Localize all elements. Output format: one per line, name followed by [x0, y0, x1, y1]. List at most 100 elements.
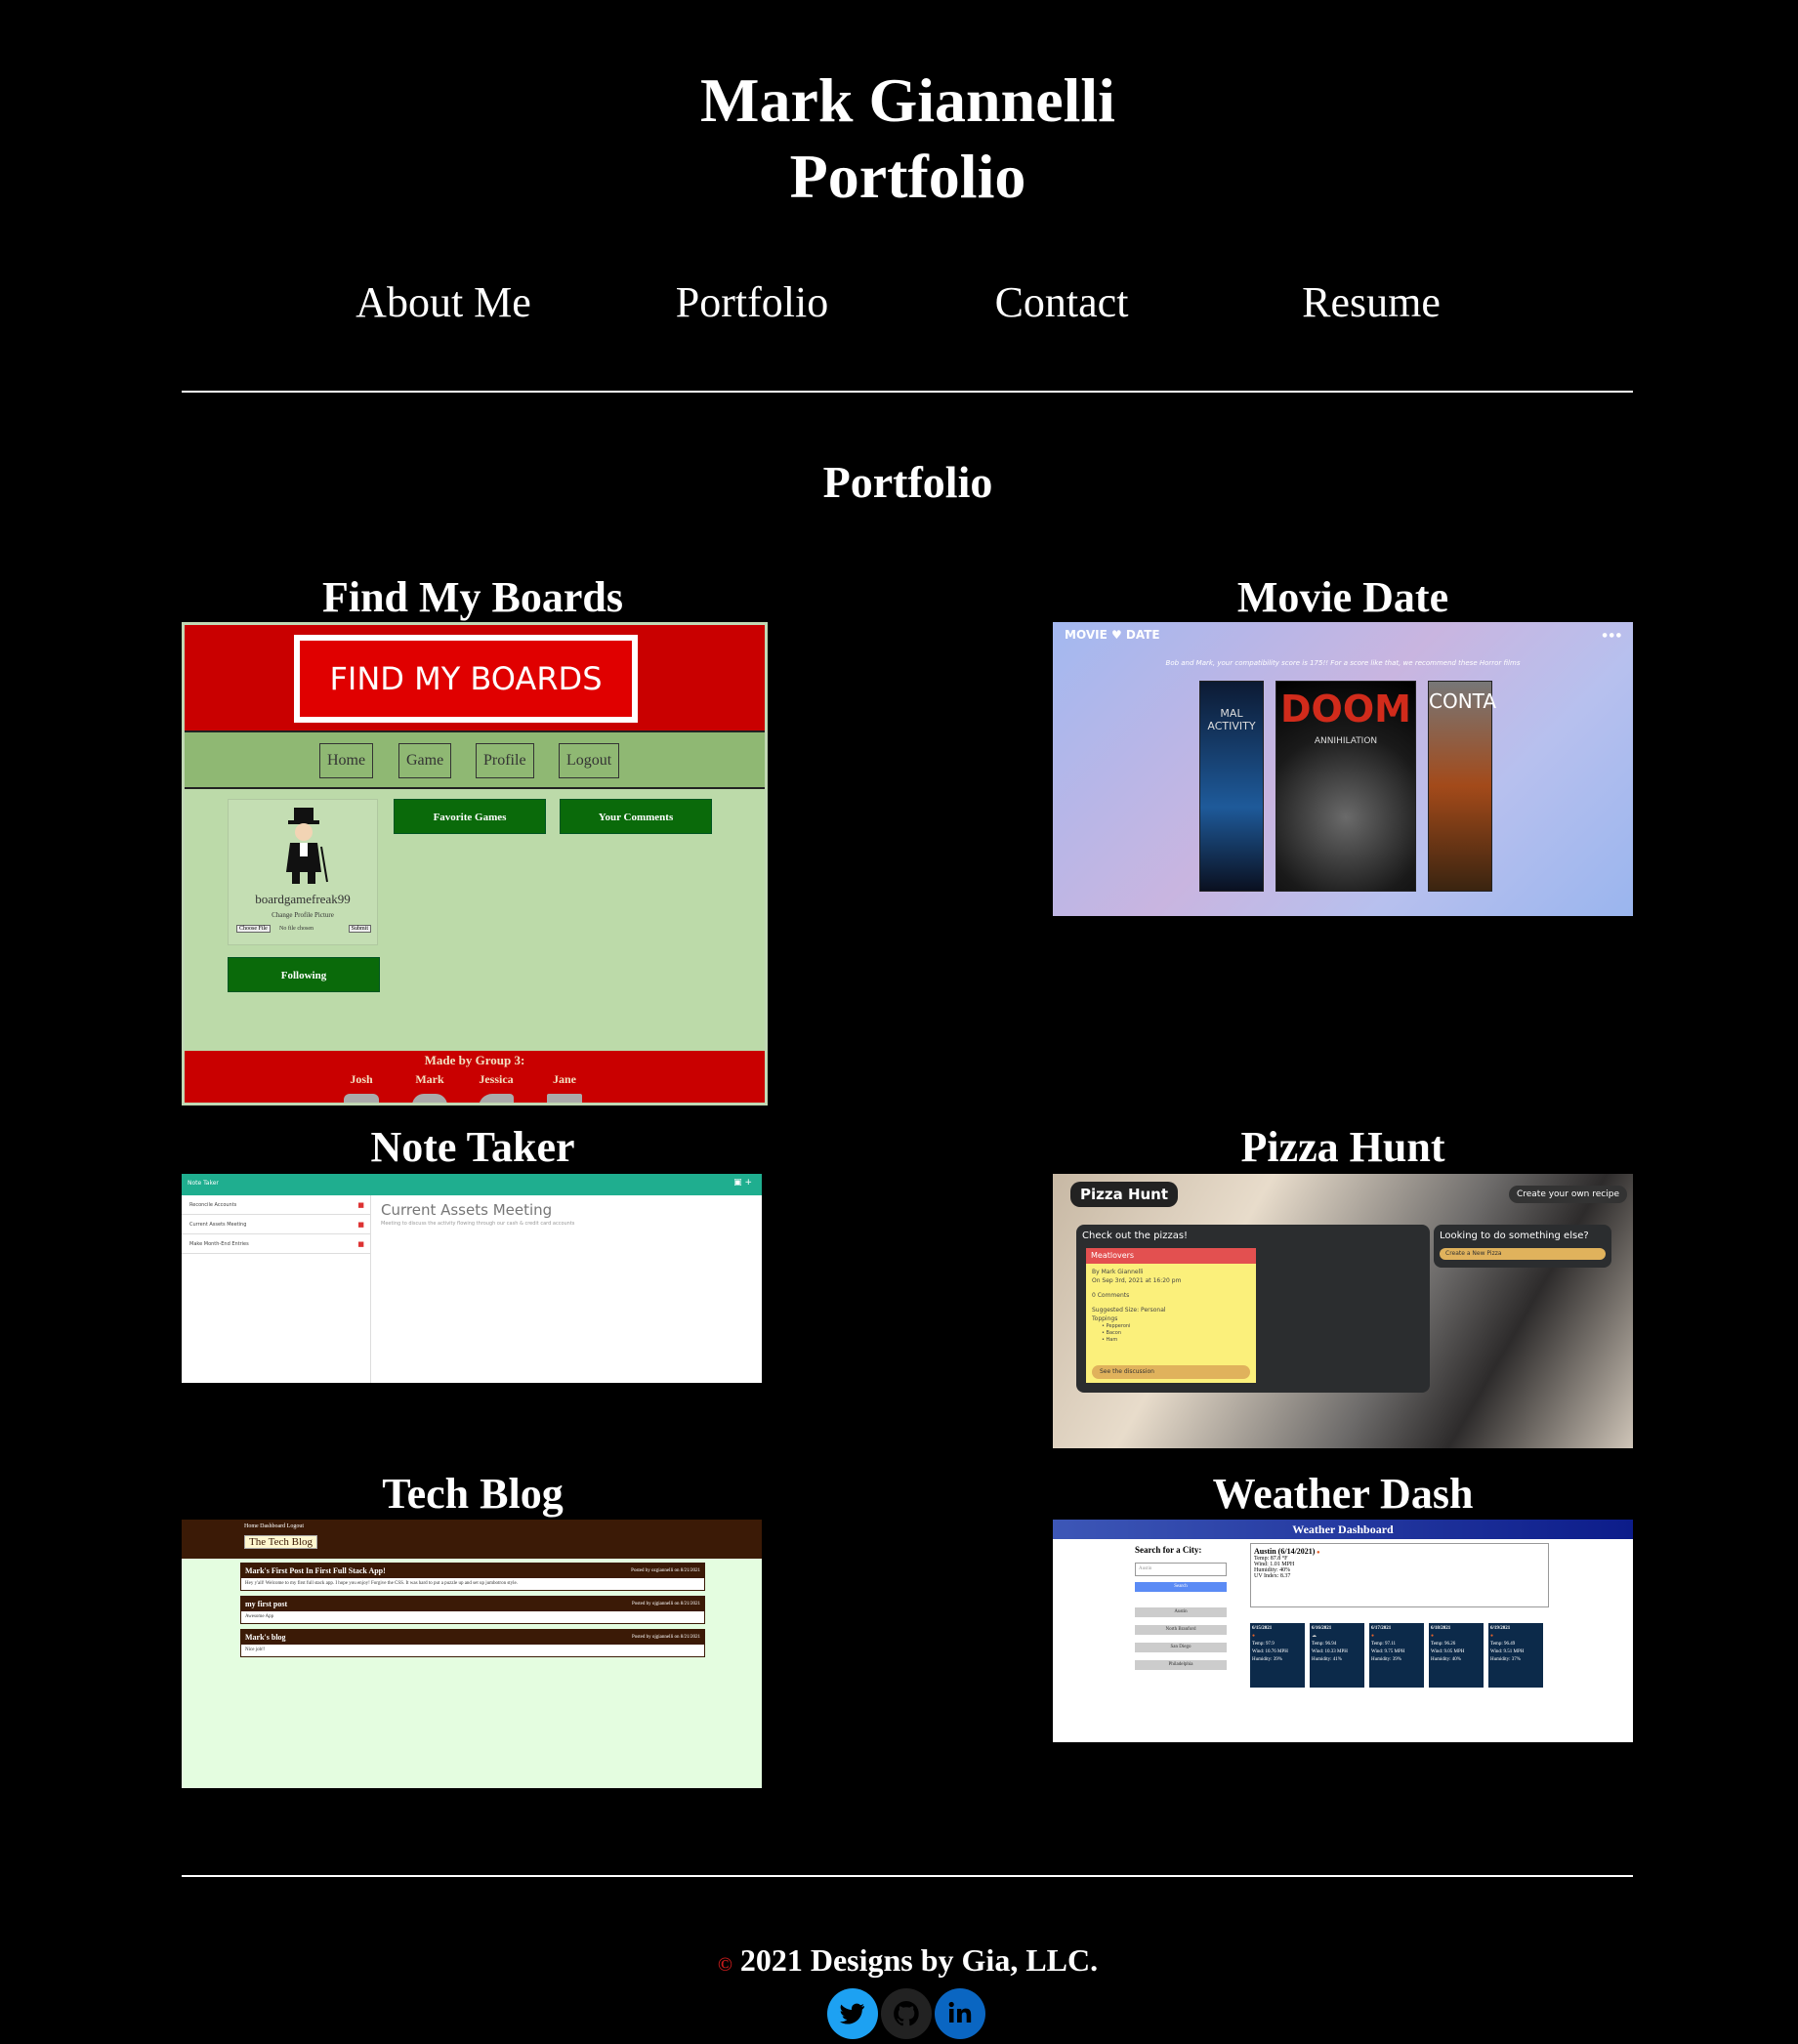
md-poster-3-text: CONTA [1429, 689, 1497, 713]
linkedin-icon [948, 2001, 972, 2023]
wd-search-button: Search [1135, 1582, 1227, 1592]
project-title-tech-blog: Tech Blog [382, 1470, 564, 1518]
ph-logo: Pizza Hunt [1070, 1182, 1179, 1207]
fmb-favorite-games: Favorite Games [394, 799, 546, 834]
project-title-weather-dash: Weather Dash [1212, 1470, 1474, 1518]
fmb-member-jessica: Jessica [479, 1072, 514, 1086]
nt-active-text: Meeting to discuss the activity flowing … [381, 1221, 575, 1227]
wd-search-label: Search for a City: [1135, 1545, 1202, 1555]
fmb-footer: Made by Group 3: Josh Mark Jessica Jane [185, 1051, 765, 1103]
wd-search-input: Austin [1135, 1563, 1227, 1576]
fmb-nav-home: Home [319, 743, 374, 778]
fmb-username: boardgamefreak99 [255, 892, 351, 906]
ph-pizza-card: Meatlovers By Mark Giannelli On Sep 3rd,… [1086, 1248, 1256, 1383]
fmb-nav-logout: Logout [559, 743, 620, 778]
wd-day-2: 6/16/2021 ☁ Temp: 96.94 Wind: 10.33 MPH Humi… [1310, 1623, 1364, 1688]
md-poster-2-sub: ANNIHILATION [1314, 736, 1378, 746]
github-link[interactable] [881, 1988, 932, 2039]
tb-post-3: Posted by ojgiannelli on 8/21/2021 Mark's… [240, 1629, 705, 1657]
nt-app-name: Note Taker [188, 1180, 219, 1187]
section-title: Portfolio [822, 457, 993, 507]
wd-day-3: 6/17/2021 ● Temp: 97.11 Wind: 9.75 MPH Humid… [1369, 1623, 1424, 1688]
main-nav: About Me Portfolio Contact Resume [0, 273, 1798, 332]
ph-pizza-name: Meatlovers [1086, 1248, 1256, 1264]
fmb-nav-game: Game [398, 743, 452, 778]
md-poster-1: MAL ACTIVITY [1199, 681, 1264, 892]
md-poster-2: DOOM ANNIHILATION [1275, 681, 1416, 892]
nt-header: Note Taker ▣ + [182, 1174, 762, 1195]
nav-contact[interactable]: Contact [915, 273, 1208, 332]
tb-brand: The Tech Blog [244, 1535, 318, 1549]
twitter-link[interactable] [827, 1988, 878, 2039]
nav-about-me[interactable]: About Me [297, 273, 590, 332]
fmb-following: Following [228, 957, 380, 992]
wd-current: Austin (6/14/2021) ● Temp: 87.8 °F Wind:… [1250, 1543, 1549, 1607]
find-my-boards-screenshot[interactable]: FIND MY BOARDS Home Game Profile Logout … [182, 622, 768, 1105]
fmb-change-pic: Change Profile Picture [272, 911, 334, 919]
ph-other-panel: Looking to do something else? Create a N… [1434, 1225, 1611, 1268]
ph-pizza-details: By Mark Giannelli On Sep 3rd, 2021 at 16… [1092, 1269, 1182, 1343]
project-title-find-my-boards: Find My Boards [321, 573, 624, 621]
header-divider [182, 391, 1633, 393]
fmb-choose-file: Choose File [236, 925, 271, 933]
linkedin-link[interactable] [935, 1988, 985, 2039]
project-title-movie-date: Movie Date [1236, 573, 1449, 621]
weather-dash-screenshot[interactable]: Weather Dashboard Search for a City: Aus… [1053, 1520, 1633, 1742]
wd-city-3: San Diego [1135, 1643, 1227, 1652]
nt-note-list: Reconcile Accounts ■ Current Assets Meeti… [182, 1195, 371, 1383]
nt-save-add-icons: ▣ + [733, 1178, 752, 1188]
fmb-profile-card: boardgamefreak99 Change Profile Picture … [228, 799, 378, 945]
tb-links: Home Dashboard Logout [244, 1523, 304, 1529]
monopoly-man-icon [286, 808, 328, 884]
site-title: Mark Giannelli Portfolio [0, 63, 1798, 215]
wd-current-title: Austin (6/14/2021) [1254, 1547, 1316, 1556]
wd-day-4: 6/18/2021 ● Temp: 96.26 Wind: 9.05 MPH Humid… [1429, 1623, 1484, 1688]
note-taker-screenshot[interactable]: Note Taker ▣ + Reconcile Accounts ■ Curren… [182, 1174, 762, 1383]
fmb-logo: FIND MY BOARDS [294, 635, 638, 723]
twitter-icon [840, 2003, 864, 2024]
ph-check-out: Check out the pizzas! [1082, 1231, 1189, 1241]
nt-note-1: Reconcile Accounts ■ [182, 1195, 370, 1215]
wd-city-2: North Branford [1135, 1625, 1227, 1635]
md-nav: ● ● ● [1602, 632, 1621, 639]
tb-header: Home Dashboard Logout The Tech Blog [182, 1520, 762, 1559]
ph-see-discussion: See the discussion [1092, 1365, 1250, 1379]
ph-looking: Looking to do something else? [1440, 1231, 1589, 1241]
footer-text: 2021 Designs by Gia, LLC. [739, 1942, 1099, 1978]
ph-new-pizza: Create a New Pizza [1440, 1248, 1606, 1260]
project-title-pizza-hunt: Pizza Hunt [1240, 1123, 1445, 1171]
fmb-navbar: Home Game Profile Logout [185, 730, 765, 789]
top-hat-token-icon [344, 1094, 379, 1103]
movie-date-screenshot[interactable]: MOVIE ♥ DATE ● ● ● Bob and Mark, your co… [1053, 622, 1633, 916]
fmb-nav-profile: Profile [476, 743, 534, 778]
trash-icon: ■ [357, 1240, 364, 1248]
fmb-made-by: Made by Group 3: [424, 1053, 525, 1067]
ph-pizzas-panel: Check out the pizzas! Meatlovers By Mark… [1076, 1225, 1430, 1393]
trash-icon: ■ [357, 1201, 364, 1209]
title-line-2: Portfolio [789, 142, 1026, 211]
fmb-body: boardgamefreak99 Change Profile Picture … [185, 789, 765, 1051]
wd-forecast-label: 5-Day Forecast: [1250, 1613, 1304, 1622]
trash-icon: ■ [357, 1221, 364, 1229]
title-line-1: Mark Giannelli [700, 65, 1115, 135]
fmb-header: FIND MY BOARDS [185, 625, 765, 730]
fmb-your-comments: Your Comments [560, 799, 712, 834]
footer-divider [182, 1875, 1633, 1877]
wd-day-1: 6/15/2021 ● Temp: 97.9 Wind: 10.76 MPH Humid… [1250, 1623, 1305, 1688]
nav-resume[interactable]: Resume [1225, 273, 1518, 332]
nav-portfolio[interactable]: Portfolio [606, 273, 899, 332]
dog-token-icon [479, 1094, 514, 1103]
md-poster-1-text: MAL ACTIVITY [1207, 707, 1256, 732]
ph-create-recipe: Create your own recipe [1508, 1186, 1627, 1203]
nt-active-title: Current Assets Meeting [381, 1201, 553, 1219]
fmb-member-mark: Mark [415, 1072, 444, 1086]
pizza-hunt-screenshot[interactable]: Pizza Hunt Create your own recipe Check … [1053, 1174, 1633, 1448]
tech-blog-screenshot[interactable]: Home Dashboard Logout The Tech Blog Post… [182, 1520, 762, 1788]
car-token-icon [412, 1094, 447, 1103]
sun-icon: ● [1316, 1550, 1320, 1556]
wd-day-5: 6/19/2021 ● Temp: 96.49 Wind: 9.51 MPH Humid… [1488, 1623, 1543, 1688]
wd-title: Weather Dashboard [1053, 1520, 1633, 1539]
fmb-submit: Submit [348, 925, 371, 933]
wd-city-1: Austin [1135, 1607, 1227, 1617]
md-brand: MOVIE ♥ DATE [1065, 628, 1160, 642]
